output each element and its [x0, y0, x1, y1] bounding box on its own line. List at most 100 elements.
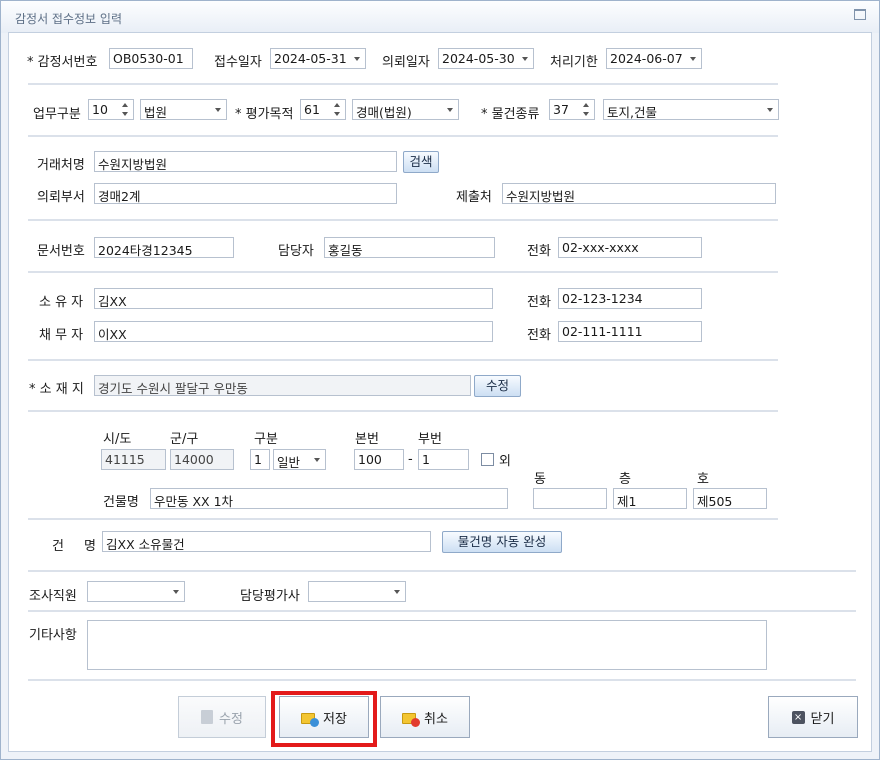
property-type-code-spinner[interactable]: 37: [549, 99, 595, 120]
purpose-select[interactable]: 경매(법원): [352, 99, 459, 120]
type-select[interactable]: 일반: [273, 449, 326, 470]
chevron-down-icon: [215, 108, 221, 112]
investigator-label: 조사직원: [29, 589, 77, 604]
close-button[interactable]: × 닫기: [768, 696, 858, 738]
autofill-name-button[interactable]: 물건명 자동 완성: [442, 531, 562, 553]
spin-up-icon[interactable]: [122, 103, 128, 107]
floor-input[interactable]: 제1: [613, 488, 687, 509]
spin-down-icon[interactable]: [122, 112, 128, 116]
close-icon: ×: [791, 710, 805, 724]
debtor-label: 채 무 자: [39, 328, 84, 343]
gugun-label: 군/구: [170, 432, 199, 447]
submit-to-input[interactable]: 수원지방법원: [502, 183, 776, 204]
close-button-label: 닫기: [810, 711, 835, 727]
edit-icon: [201, 710, 214, 724]
dept-input[interactable]: 경매2계: [94, 183, 397, 204]
cancel-button[interactable]: 취소: [380, 696, 470, 738]
dong-label: 동: [534, 472, 546, 487]
chevron-down-icon: [354, 57, 360, 61]
business-type-code-spinner[interactable]: 10: [88, 99, 134, 120]
debtor-phone-label: 전화: [527, 328, 551, 343]
business-type-value: 법원: [144, 105, 168, 120]
dong-input[interactable]: [533, 488, 607, 509]
main-no-input[interactable]: 100: [354, 449, 404, 470]
appraiser-select[interactable]: [308, 581, 406, 602]
property-type-value: 토지,건물: [607, 105, 657, 120]
owner-phone-label: 전화: [527, 295, 551, 310]
receipt-date-picker[interactable]: 2024-05-31: [270, 48, 366, 69]
divider: [28, 518, 778, 520]
building-input[interactable]: 우만동 XX 1차: [150, 488, 508, 509]
window-title: 감정서 접수정보 입력: [15, 12, 122, 26]
notes-label: 기타사항: [29, 628, 77, 643]
floor-label: 층: [619, 472, 631, 487]
spin-down-icon[interactable]: [583, 112, 589, 116]
property-type-select[interactable]: 토지,건물: [603, 99, 779, 120]
submit-to-label: 제출처: [456, 190, 492, 205]
appraisal-no-label: * 감정서번호: [27, 55, 98, 70]
appraisal-no-input[interactable]: OB0530-01: [109, 48, 193, 69]
owner-input[interactable]: 김XX: [94, 288, 493, 309]
dash: -: [408, 452, 413, 467]
maximize-icon[interactable]: [854, 9, 866, 20]
case-name-label-1: 건: [52, 539, 64, 554]
cancel-icon: [402, 711, 421, 727]
address-input[interactable]: 경기도 수원시 팔달구 우만동: [94, 375, 471, 396]
business-type-select[interactable]: 법원: [140, 99, 227, 120]
appraiser-label: 담당평가사: [240, 589, 300, 604]
debtor-input[interactable]: 이XX: [94, 321, 493, 342]
deadline-label: 처리기한: [550, 55, 598, 70]
doc-no-label: 문서번호: [37, 244, 85, 259]
spin-up-icon[interactable]: [583, 103, 589, 107]
chevron-down-icon: [394, 590, 400, 594]
phone-label: 전화: [527, 244, 551, 259]
request-date-picker[interactable]: 2024-05-30: [438, 48, 534, 69]
ho-label: 호: [697, 472, 709, 487]
manager-label: 담당자: [278, 244, 314, 259]
ho-input[interactable]: 제505: [693, 488, 767, 509]
case-name-input[interactable]: 김XX 소유물건: [102, 531, 431, 552]
case-name-label-2: 명: [84, 539, 96, 554]
purpose-value: 경매(법원): [356, 105, 412, 120]
doc-no-input[interactable]: 2024타경12345: [94, 237, 234, 258]
divider: [28, 679, 856, 681]
purpose-code-spinner[interactable]: 61: [300, 99, 346, 120]
divider: [28, 570, 856, 572]
sido-label: 시/도: [103, 432, 132, 447]
type-code-input[interactable]: 1: [250, 449, 270, 470]
other-checkbox[interactable]: [481, 453, 494, 466]
sub-no-input[interactable]: 1: [418, 449, 469, 470]
client-input[interactable]: 수원지방법원: [94, 151, 397, 172]
deadline-picker[interactable]: 2024-06-07: [606, 48, 702, 69]
manager-input[interactable]: 홍길동: [324, 237, 495, 258]
notes-textarea[interactable]: [87, 620, 767, 670]
main-no-label: 본번: [355, 432, 379, 447]
divider: [28, 135, 778, 137]
address-edit-button[interactable]: 수정: [474, 375, 521, 397]
divider: [28, 271, 778, 273]
chevron-down-icon: [690, 57, 696, 61]
divider: [28, 610, 856, 612]
business-type-label: 업무구분: [33, 107, 81, 122]
request-date-value: 2024-05-30: [442, 51, 515, 66]
sido-input: 41115: [101, 449, 166, 470]
chevron-down-icon: [767, 108, 773, 112]
edit-button[interactable]: 수정: [178, 696, 266, 738]
purpose-label: * 평가목적: [235, 107, 294, 122]
divider: [28, 359, 778, 361]
gugun-input: 14000: [170, 449, 234, 470]
spin-down-icon[interactable]: [334, 112, 340, 116]
client-search-button[interactable]: 검색: [403, 151, 439, 173]
phone-input[interactable]: 02-xxx-xxxx: [558, 237, 702, 258]
other-label: 외: [499, 454, 511, 469]
divider: [28, 410, 778, 412]
dept-label: 의뢰부서: [37, 190, 85, 205]
owner-phone-input[interactable]: 02-123-1234: [558, 288, 702, 309]
chevron-down-icon: [173, 590, 179, 594]
save-highlight-box: [271, 691, 377, 747]
building-label: 건물명: [103, 495, 139, 510]
investigator-select[interactable]: [87, 581, 185, 602]
receipt-date-value: 2024-05-31: [274, 51, 347, 66]
spin-up-icon[interactable]: [334, 103, 340, 107]
debtor-phone-input[interactable]: 02-111-1111: [558, 321, 702, 342]
